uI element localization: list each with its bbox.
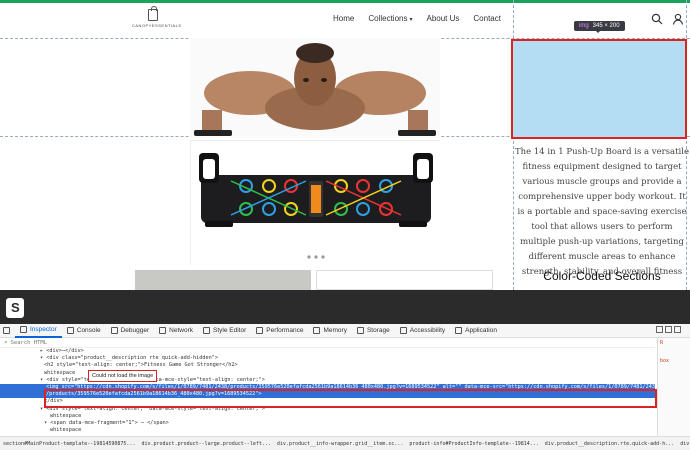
- search-placeholder: Search HTML: [10, 340, 48, 346]
- tab-inspector[interactable]: Inspector: [15, 324, 62, 338]
- more-options-icon[interactable]: [665, 326, 672, 333]
- html-node[interactable]: whitespace: [0, 413, 655, 420]
- breadcrumb-item[interactable]: div: [680, 441, 689, 447]
- site-header: CANOPYESSENTIALS Home Collections ▾ About…: [0, 3, 690, 37]
- tab-storage[interactable]: Storage: [352, 327, 395, 334]
- style-editor-icon: [203, 327, 211, 334]
- bag-icon: [148, 6, 158, 21]
- rules-side-panel: R box: [657, 338, 690, 436]
- close-icon[interactable]: [674, 326, 681, 333]
- store-logo[interactable]: CANOPYESSENTIALS: [132, 6, 182, 31]
- product-image-thumbnail[interactable]: [316, 270, 493, 290]
- breadcrumb: section#MainProduct-template--1981459087…: [0, 436, 690, 450]
- tab-label: Inspector: [30, 326, 57, 333]
- memory-icon: [313, 327, 321, 334]
- inspector-tooltip: img 345 × 200: [574, 21, 625, 33]
- breadcrumb-item[interactable]: div.product.product--large.product--left…: [141, 441, 270, 447]
- inspect-picker[interactable]: [0, 327, 15, 334]
- side-panel-label[interactable]: R: [660, 340, 688, 346]
- shopify-icon[interactable]: [6, 298, 24, 318]
- html-node[interactable]: ▾ <span data-mce-fragment="1"> ⋯ </span>: [0, 420, 655, 427]
- tab-console[interactable]: Console: [62, 327, 106, 334]
- tooltip-tag: img: [579, 23, 589, 29]
- breadcrumb-item[interactable]: div.product__description.rte.quick-add-h…: [545, 441, 674, 447]
- tab-label: Console: [76, 327, 101, 334]
- tab-style-editor[interactable]: Style Editor: [198, 327, 251, 334]
- selected-node-highlight: [44, 389, 657, 408]
- console-icon: [66, 327, 74, 334]
- devtools-tabs: Inspector Console Debugger Network Style…: [0, 324, 690, 338]
- tab-label: Memory: [323, 327, 347, 334]
- section-heading: Color-Coded Sections: [543, 269, 661, 283]
- devtools-window-controls: [656, 326, 681, 333]
- chevron-down-icon: ▾: [409, 17, 413, 23]
- tab-label: Style Editor: [213, 327, 247, 334]
- tab-label: Debugger: [120, 327, 150, 334]
- user-icon[interactable]: [672, 13, 684, 25]
- tab-memory[interactable]: Memory: [308, 327, 351, 334]
- performance-icon: [256, 327, 264, 334]
- nav-contact[interactable]: Contact: [473, 14, 501, 23]
- tab-label: Network: [169, 327, 194, 334]
- logo-text: CANOPYESSENTIALS: [132, 23, 182, 28]
- search-icon[interactable]: [651, 13, 663, 25]
- shopify-admin-bar: [0, 290, 690, 324]
- network-icon: [159, 327, 167, 334]
- html-node[interactable]: ▾ <div class="product__description rte q…: [0, 355, 655, 362]
- tab-network[interactable]: Network: [154, 327, 198, 334]
- inspector-icon: [20, 326, 27, 333]
- dock-icon[interactable]: [656, 326, 663, 333]
- browser-page: CANOPYESSENTIALS Home Collections ▾ About…: [0, 0, 690, 450]
- html-node[interactable]: <h2 style="text-align: center;">Fitness …: [0, 362, 655, 369]
- tab-label: Application: [465, 327, 497, 334]
- html-search-input[interactable]: ⌕ Search HTML: [0, 338, 655, 348]
- main-nav: Home Collections ▾ About Us Contact: [333, 14, 501, 23]
- debugger-icon: [110, 327, 118, 334]
- pushup-man-illustration: [190, 38, 440, 138]
- breadcrumb-item[interactable]: product-info#ProductInfo-template--19814…: [409, 441, 538, 447]
- tab-label: Performance: [266, 327, 304, 334]
- nav-home[interactable]: Home: [333, 14, 354, 23]
- html-node[interactable]: ▸ <div>⋯</div>: [0, 348, 655, 355]
- html-node[interactable]: whitespace: [0, 427, 655, 434]
- product-image-pushup[interactable]: [190, 38, 440, 138]
- side-panel-label: box: [660, 358, 670, 364]
- pointer-picker-icon: [3, 327, 10, 334]
- image-error-tooltip: Could not load the image: [88, 370, 158, 382]
- accessibility-icon: [399, 327, 407, 334]
- storage-icon: [356, 327, 364, 334]
- pushup-board-illustration: [191, 141, 441, 266]
- breadcrumb-item[interactable]: section#MainProduct-template--1981459087…: [3, 441, 135, 447]
- nav-collections-label: Collections: [368, 14, 408, 23]
- product-image-board[interactable]: [190, 140, 441, 266]
- tooltip-size: 345 × 200: [592, 23, 620, 29]
- nav-about[interactable]: About Us: [427, 14, 460, 23]
- tab-debugger[interactable]: Debugger: [106, 327, 155, 334]
- tab-performance[interactable]: Performance: [251, 327, 308, 334]
- tab-accessibility[interactable]: Accessibility: [395, 327, 450, 334]
- product-description: The 14 in 1 Push-Up Board is a versatile…: [514, 147, 689, 277]
- application-icon: [455, 327, 463, 334]
- highlighted-image-box: [511, 39, 687, 139]
- product-image-thumbnail[interactable]: [135, 270, 311, 290]
- search-icon: ⌕: [4, 340, 11, 346]
- tab-label: Storage: [366, 327, 390, 334]
- tab-label: Accessibility: [409, 327, 446, 334]
- nav-collections[interactable]: Collections ▾: [368, 14, 412, 23]
- tab-application[interactable]: Application: [450, 327, 502, 334]
- breadcrumb-item[interactable]: div.product__info-wrapper.grid__item.sc.…: [277, 441, 403, 447]
